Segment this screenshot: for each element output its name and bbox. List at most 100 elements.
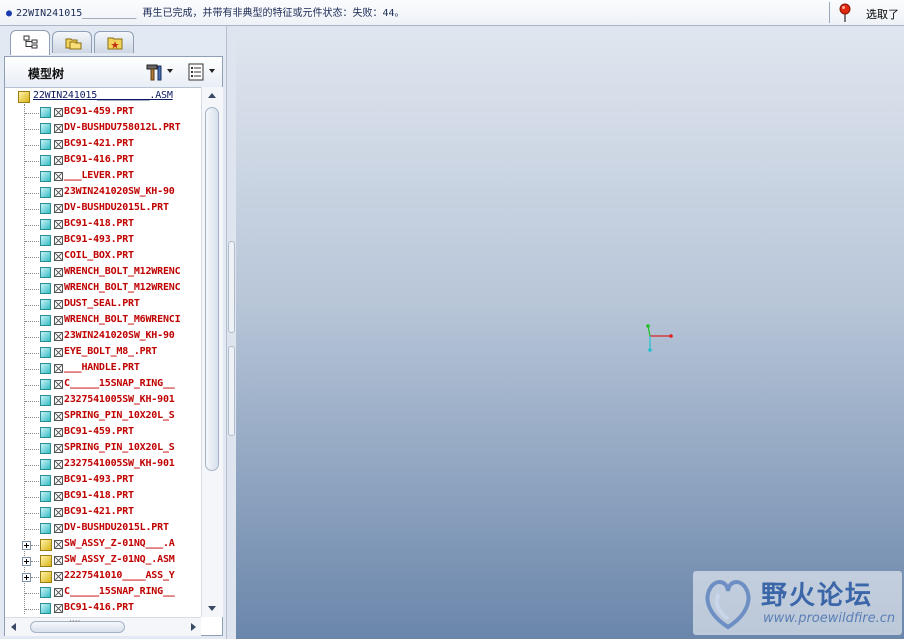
expand-icon[interactable] [22,557,31,566]
part-icon [40,171,51,182]
graphics-viewport[interactable] [236,26,904,639]
tree-connector [25,113,39,114]
scroll-left-icon[interactable] [11,623,16,631]
message-bar: ● 22WIN241015_________ 再生已完成，并带有非典型的特征或元件… [0,0,904,26]
part-icon [40,459,51,470]
navigator-pane: 模型树 22WIN241015_________.ASM BC91-459.PR… [0,26,227,639]
tree-item-label: BC91-416.PRT [64,154,134,165]
regen-failed-icon [54,220,63,229]
vertical-scroll-thumb[interactable] [205,107,219,471]
tree-item-label: BC91-418.PRT [64,218,134,229]
horizontal-scroll-thumb[interactable]: ···· [30,617,125,633]
chevron-down-icon [209,69,215,73]
selection-filter-label[interactable]: 选取了 [866,6,899,22]
model-tree-tab[interactable] [10,30,50,55]
tree-item-label: WRENCH_BOLT_M12WRENC [64,266,181,277]
status-message-text: 22WIN241015_________ 再生已完成，并带有非典型的特征或元件状… [16,8,405,19]
tree-settings-button[interactable] [145,63,175,81]
tree-item-label: SPRING_PIN_10X20L_S [64,442,175,453]
regen-failed-icon [54,268,63,277]
tree-connector [25,209,39,210]
expand-icon[interactable] [22,541,31,550]
splitter-grip-lower[interactable] [228,346,235,436]
tree-item-label: SW_ASSY_Z-01NQ_.ASM [64,554,175,565]
regen-status-light-icon[interactable] [838,3,852,23]
tree-item-label: BC91-418.PRT [64,490,134,501]
regen-failed-icon [54,444,63,453]
regen-failed-icon [54,236,63,245]
tree-connector [31,561,39,562]
show-list-icon [188,63,204,81]
expand-icon[interactable] [22,573,31,582]
regen-failed-icon [54,556,63,565]
tree-item-label: BC91-493.PRT [64,474,134,485]
tree-connector [25,513,39,514]
tree-connector [25,145,39,146]
part-icon [40,395,51,406]
part-icon [40,331,51,342]
favorites-tab[interactable] [94,31,134,53]
message-bullet-icon: ● [6,8,13,19]
tree-item-label: COIL_BOX.PRT [64,250,134,261]
tree-item-label: ___HANDLE.PRT [64,362,140,373]
regen-failed-icon [54,204,63,213]
panel-title: 模型树 [28,67,65,81]
model-tree-icon [23,35,38,49]
part-icon [40,507,51,518]
tree-connector [31,577,39,578]
tree-connector [25,129,39,130]
splitter-grip-upper[interactable] [228,241,235,333]
regen-failed-icon [54,316,63,325]
part-icon [40,219,51,230]
part-icon [40,363,51,374]
regen-failed-icon [54,508,63,517]
regen-failed-icon [54,396,63,405]
tree-connector [25,337,39,338]
tree-connector [25,465,39,466]
regen-failed-icon [54,156,63,165]
tree-connector [24,104,25,614]
tree-vertical-scrollbar[interactable] [201,87,223,617]
favorites-folder-icon [107,37,123,50]
tree-connector [25,385,39,386]
tree-connector [25,161,39,162]
folders-icon [65,38,82,50]
assembly-icon [40,571,52,583]
tree-item-label: SW_ASSY_Z-01NQ___.A [64,538,175,549]
folder-browser-tab[interactable] [52,31,92,53]
regen-failed-icon [54,588,63,597]
part-icon [40,251,51,262]
show-options-button[interactable] [187,63,217,81]
forum-logo-icon [705,580,751,630]
regen-failed-icon [54,140,63,149]
tree-connector [25,449,39,450]
assembly-icon [40,539,52,551]
part-icon [40,603,51,614]
assembly-icon [18,91,30,103]
tree-connector [25,529,39,530]
tree-item-label: 2327541005SW_KH-901 [64,458,175,469]
part-icon [40,299,51,310]
tree-item-label: EYE_BOLT_M8_.PRT [64,346,158,357]
part-icon [40,139,51,150]
tree-item-label: BC91-459.PRT [64,106,134,117]
scroll-up-icon[interactable] [208,93,216,98]
pane-splitter[interactable] [227,26,236,639]
regen-failed-icon [54,428,63,437]
scroll-right-icon[interactable] [191,623,196,631]
scroll-grip: ···· [69,617,81,627]
tree-connector [25,481,39,482]
regen-failed-icon [54,332,63,341]
regen-failed-icon [54,348,63,357]
assembly-icon [40,555,52,567]
tree-horizontal-scrollbar[interactable]: ···· [5,617,201,636]
part-icon [40,475,51,486]
part-icon [40,379,51,390]
model-tree: 22WIN241015_________.ASM BC91-459.PRT DV-… [5,87,201,617]
regen-failed-icon [54,364,63,373]
part-icon [40,107,51,118]
tree-connector [25,593,39,594]
scroll-down-icon[interactable] [208,606,216,611]
part-icon [40,443,51,454]
forum-url: www.proewildfire.cn [763,611,896,626]
